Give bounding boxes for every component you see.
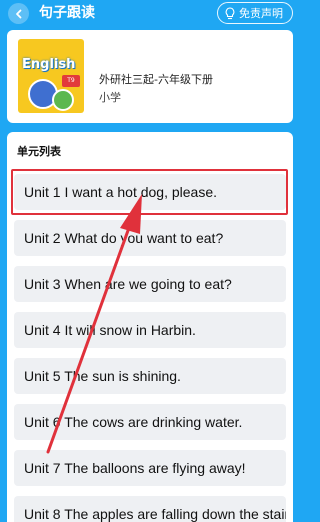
book-title: 外研社三起-六年级下册 [99, 73, 213, 86]
book-subtitle: 小学 [99, 91, 121, 104]
cover-title: English [22, 57, 76, 72]
back-button[interactable] [8, 3, 29, 24]
unit-item-3[interactable]: Unit 3 When are we going to eat? [14, 266, 286, 302]
disclaimer-label: 免责声明 [239, 7, 283, 20]
book-cover: English T9 [18, 39, 84, 113]
page: 句子跟读 免责声明 English T9 外研社三起-六年级下册 小学 单元列表… [0, 0, 300, 522]
section-title: 单元列表 [17, 145, 61, 158]
unit-item-2[interactable]: Unit 2 What do you want to eat? [14, 220, 286, 256]
header-bar: 句子跟读 免责声明 [0, 0, 300, 26]
unit-list-panel: 单元列表 Unit 1 I want a hot dog, please. Un… [7, 132, 293, 522]
book-card[interactable]: English T9 外研社三起-六年级下册 小学 [7, 30, 293, 123]
page-title: 句子跟读 [39, 5, 95, 21]
unit-item-1[interactable]: Unit 1 I want a hot dog, please. [14, 174, 286, 210]
cover-illustration-2 [52, 89, 74, 111]
lightbulb-icon [225, 6, 235, 19]
unit-item-4[interactable]: Unit 4 It will snow in Harbin. [14, 312, 286, 348]
unit-item-5[interactable]: Unit 5 The sun is shining. [14, 358, 286, 394]
chevron-left-icon [15, 9, 21, 18]
cover-badge: T9 [62, 75, 80, 87]
disclaimer-button[interactable]: 免责声明 [217, 2, 293, 24]
unit-item-7[interactable]: Unit 7 The balloons are flying away! [14, 450, 286, 486]
unit-item-6[interactable]: Unit 6 The cows are drinking water. [14, 404, 286, 440]
unit-item-8[interactable]: Unit 8 The apples are falling down the s… [14, 496, 286, 522]
